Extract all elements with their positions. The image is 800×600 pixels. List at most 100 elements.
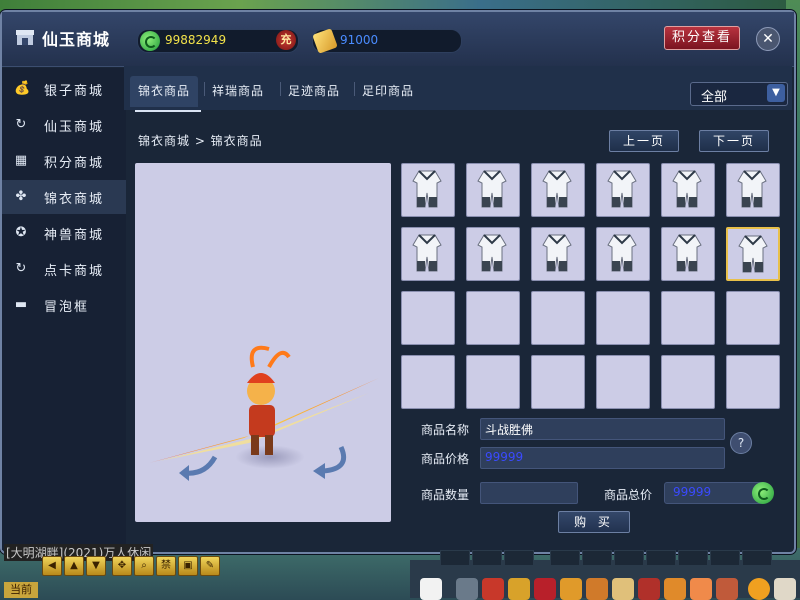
arrow-up-icon[interactable]: ▲ xyxy=(64,556,84,576)
gold-icon[interactable] xyxy=(560,578,582,600)
search-icon[interactable]: ⌕ xyxy=(134,556,154,576)
rotate-right-icon[interactable] xyxy=(307,443,351,479)
filter-selected-value: 全部 xyxy=(701,90,728,105)
empty-item-slot[interactable] xyxy=(466,291,520,345)
empty-item-slot[interactable] xyxy=(661,291,715,345)
empty-item-slot[interactable] xyxy=(726,291,780,345)
shortcut-slot[interactable] xyxy=(646,550,676,566)
sidebar-item-costume-shop[interactable]: ✤ 锦衣商城 xyxy=(2,180,126,214)
total-price-value: 99999 xyxy=(673,485,712,499)
item-slot[interactable] xyxy=(401,163,455,217)
pet-icon[interactable] xyxy=(420,578,442,600)
chat-channel-tag[interactable]: 当前 xyxy=(4,582,38,598)
shortcut-slot[interactable] xyxy=(614,550,644,566)
beast-icon: ✪ xyxy=(15,225,29,240)
robe-icon xyxy=(607,234,637,272)
robe-icon xyxy=(672,234,702,272)
item-slot[interactable] xyxy=(596,227,650,281)
coin-icon xyxy=(140,31,160,51)
recharge-icon[interactable] xyxy=(752,482,774,504)
empty-item-slot[interactable] xyxy=(726,355,780,409)
compass-icon[interactable]: ✥ xyxy=(112,556,132,576)
shortcut-slot[interactable] xyxy=(582,550,612,566)
empty-item-slot[interactable] xyxy=(466,355,520,409)
quest-icon[interactable] xyxy=(586,578,608,600)
lock-icon[interactable]: ▣ xyxy=(178,556,198,576)
item-slot[interactable] xyxy=(661,227,715,281)
flag-icon[interactable] xyxy=(638,578,660,600)
sidebar-item-silver-shop[interactable]: 💰 银子商城 xyxy=(2,72,126,106)
chevron-down-icon[interactable]: ▼ xyxy=(767,84,785,102)
sidebar-item-bubble-frame[interactable]: ▬ 冒泡框 xyxy=(2,288,126,322)
shortcut-slot[interactable] xyxy=(440,550,470,566)
item-slot[interactable] xyxy=(531,227,585,281)
recharge-icon[interactable]: 充 xyxy=(276,30,296,50)
item-slot[interactable] xyxy=(726,163,780,217)
empty-item-slot[interactable] xyxy=(596,355,650,409)
sidebar-item-jade-shop[interactable]: ↻ 仙玉商城 xyxy=(2,108,126,142)
smiley-icon[interactable] xyxy=(748,578,770,600)
brush-icon[interactable]: ✎ xyxy=(200,556,220,576)
shortcut-slot[interactable] xyxy=(742,550,772,566)
bag-icon[interactable] xyxy=(534,578,556,600)
buy-button[interactable]: 购 买 xyxy=(558,511,630,533)
ban-icon[interactable]: 禁 xyxy=(156,556,176,576)
item-grid xyxy=(401,163,781,409)
view-points-button[interactable]: 积分查看 xyxy=(664,26,740,50)
peach-icon[interactable] xyxy=(690,578,712,600)
tab-costume-items[interactable]: 锦衣商品 xyxy=(130,76,199,107)
sidebar-item-beast-shop[interactable]: ✪ 神兽商城 xyxy=(2,216,126,250)
empty-item-slot[interactable] xyxy=(401,355,455,409)
next-page-button[interactable]: 下一页 xyxy=(699,130,769,152)
system-icon[interactable] xyxy=(774,578,796,600)
scroll-icon[interactable] xyxy=(612,578,634,600)
shortcut-slot[interactable] xyxy=(710,550,740,566)
quantity-input[interactable] xyxy=(480,482,578,504)
help-icon[interactable]: ? xyxy=(730,432,752,454)
robe-icon xyxy=(412,234,442,272)
empty-item-slot[interactable] xyxy=(531,355,585,409)
tab-footprint-items[interactable]: 足印商品 xyxy=(362,82,414,99)
empty-item-slot[interactable] xyxy=(531,291,585,345)
rotate-left-icon[interactable] xyxy=(175,453,219,483)
sidebar: 💰 银子商城 ↻ 仙玉商城 ▦ 积分商城 ✤ 锦衣商城 ✪ 神兽商城 ↻ 点卡商… xyxy=(2,68,126,550)
shortcut-slot[interactable] xyxy=(678,550,708,566)
shortcut-slot[interactable] xyxy=(550,550,580,566)
category-filter-select[interactable]: 全部 ▼ xyxy=(690,82,788,106)
total-price-label: 商品总价 xyxy=(604,488,653,502)
prev-page-button[interactable]: 上一页 xyxy=(609,130,679,152)
sidebar-item-label: 点卡商城 xyxy=(44,264,105,279)
item-slot[interactable] xyxy=(596,163,650,217)
empty-item-slot[interactable] xyxy=(661,355,715,409)
shortcut-slot[interactable] xyxy=(504,550,534,566)
sword-icon[interactable] xyxy=(456,578,478,600)
item-price-value: 99999 xyxy=(485,450,524,464)
arrow-down-icon[interactable]: ▼ xyxy=(86,556,106,576)
item-slot[interactable] xyxy=(466,163,520,217)
quick-toolbar: ◀ ▲ ▼ ✥ ⌕ 禁 ▣ ✎ xyxy=(42,556,222,576)
item-slot[interactable] xyxy=(466,227,520,281)
gourd-icon[interactable] xyxy=(508,578,530,600)
empty-item-slot[interactable] xyxy=(596,291,650,345)
tab-divider xyxy=(204,82,205,96)
item-slot[interactable] xyxy=(661,163,715,217)
sidebar-item-card-shop[interactable]: ↻ 点卡商城 xyxy=(2,252,126,286)
tab-auspicious-items[interactable]: 祥瑞商品 xyxy=(212,82,264,99)
item-name-field: 斗战胜佛 xyxy=(480,418,725,440)
active-tab-underline xyxy=(135,110,201,112)
item-name-label: 商品名称 xyxy=(421,423,470,437)
chest-icon[interactable] xyxy=(482,578,504,600)
arrow-left-icon[interactable]: ◀ xyxy=(42,556,62,576)
item-slot[interactable] xyxy=(726,227,780,281)
tab-trail-items[interactable]: 足迹商品 xyxy=(288,82,340,99)
shortcut-slot[interactable] xyxy=(472,550,502,566)
item-name-value: 斗战胜佛 xyxy=(485,423,534,437)
close-icon[interactable]: ✕ xyxy=(756,27,780,51)
item-slot[interactable] xyxy=(401,227,455,281)
sidebar-item-points-shop[interactable]: ▦ 积分商城 xyxy=(2,144,126,178)
friend-icon[interactable] xyxy=(716,578,738,600)
item-slot[interactable] xyxy=(531,163,585,217)
sidebar-item-label: 仙玉商城 xyxy=(44,120,105,135)
empty-item-slot[interactable] xyxy=(401,291,455,345)
team-icon[interactable] xyxy=(664,578,686,600)
